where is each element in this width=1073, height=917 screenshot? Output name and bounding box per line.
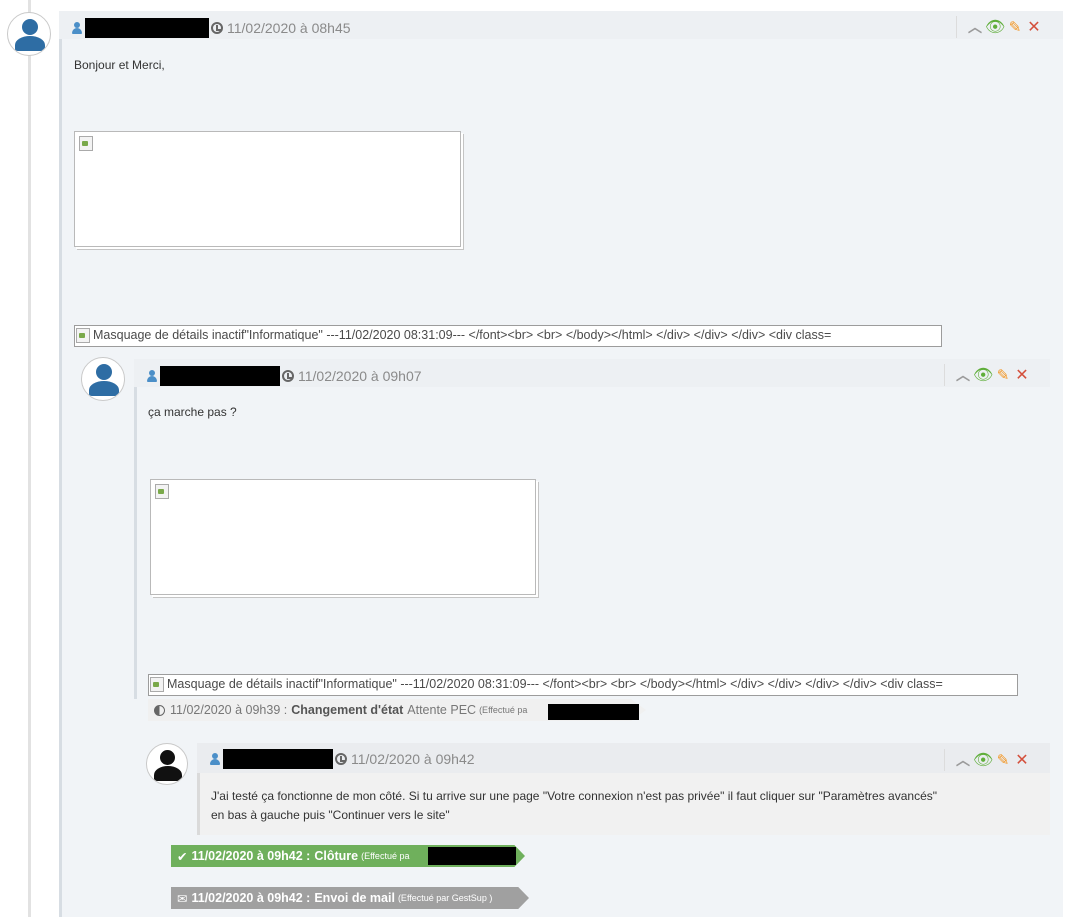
event-by: (Effectué par GestSup )	[397, 893, 493, 903]
event-time: 11/02/2020 à 09h42 :	[191, 849, 311, 863]
image-alt-text: Masquage de détails inactif"Informatique…	[74, 325, 942, 347]
event-by: (Effectué pa	[479, 705, 528, 715]
event-detail: Attente PEC	[407, 703, 477, 717]
event-by: (Effectué pa	[361, 851, 410, 861]
event-label: Envoi de mail	[314, 891, 395, 905]
close-icon[interactable]: ✕	[1013, 750, 1031, 770]
close-icon[interactable]: ✕	[1013, 365, 1031, 385]
user-icon	[146, 370, 158, 382]
event-mail: ✉ 11/02/2020 à 09h42 : Envoi de mail (Ef…	[171, 887, 529, 909]
redacted-author	[223, 749, 333, 769]
close-icon[interactable]: ✕	[1025, 17, 1043, 37]
pencil-icon[interactable]: ✎	[1005, 18, 1025, 36]
chevron-up-icon[interactable]: ︿	[953, 365, 973, 385]
redacted-author	[160, 366, 280, 386]
avatar	[81, 357, 125, 401]
comment-text: ça marche pas ?	[148, 405, 237, 419]
eye-icon[interactable]: 👁	[973, 750, 993, 770]
check-icon: ✔	[177, 849, 188, 864]
clock-icon	[282, 370, 294, 382]
broken-image	[150, 479, 536, 595]
broken-image-icon	[149, 676, 165, 692]
broken-image-icon	[75, 327, 91, 343]
broken-image-icon	[78, 135, 94, 151]
chevron-up-icon[interactable]: ︿	[965, 17, 985, 37]
clock-icon	[211, 22, 223, 34]
event-time: 11/02/2020 à 09h39 :	[170, 703, 288, 717]
envelope-icon: ✉	[177, 891, 188, 906]
broken-image	[74, 131, 461, 247]
broken-image-icon	[154, 483, 170, 499]
event-label: Changement d'état	[291, 703, 404, 717]
redacted-author	[548, 704, 639, 720]
comment-header: 11/02/2020 à 09h42 ︿ 👁 ✎ ✕	[197, 743, 1050, 773]
user-icon	[71, 22, 83, 34]
comment-header: 11/02/2020 à 09h07 ︿ 👁 ✎ ✕	[134, 359, 1050, 387]
pencil-icon[interactable]: ✎	[993, 366, 1013, 384]
image-alt-text: Masquage de détails inactif"Informatique…	[148, 674, 1018, 696]
avatar	[7, 12, 51, 56]
comment-text: Bonjour et Merci,	[74, 58, 165, 72]
user-icon	[209, 753, 221, 765]
eye-icon[interactable]: 👁	[973, 365, 993, 385]
pencil-icon[interactable]: ✎	[993, 751, 1013, 769]
comment-time: 11/02/2020 à 09h42	[351, 751, 475, 767]
comment-time: 11/02/2020 à 08h45	[227, 20, 351, 36]
comment-header: 11/02/2020 à 08h45 ︿ 👁 ✎ ✕	[59, 11, 1063, 39]
event-time: 11/02/2020 à 09h42 :	[191, 891, 311, 905]
comment-text-line: J'ai testé ça fonctionne de mon côté. Si…	[211, 789, 938, 803]
chevron-up-icon[interactable]: ︿	[953, 750, 973, 770]
redacted-author	[428, 847, 516, 865]
comment-text-line: en bas à gauche puis "Continuer vers le …	[211, 808, 450, 822]
eye-icon[interactable]: 👁	[985, 17, 1005, 37]
event-label: Clôture	[314, 849, 359, 863]
timeline-line	[28, 0, 31, 917]
comment-time: 11/02/2020 à 09h07	[298, 368, 422, 384]
clock-icon	[335, 753, 347, 765]
half-circle-icon	[154, 704, 165, 716]
avatar	[146, 743, 188, 785]
redacted-author	[85, 18, 209, 38]
